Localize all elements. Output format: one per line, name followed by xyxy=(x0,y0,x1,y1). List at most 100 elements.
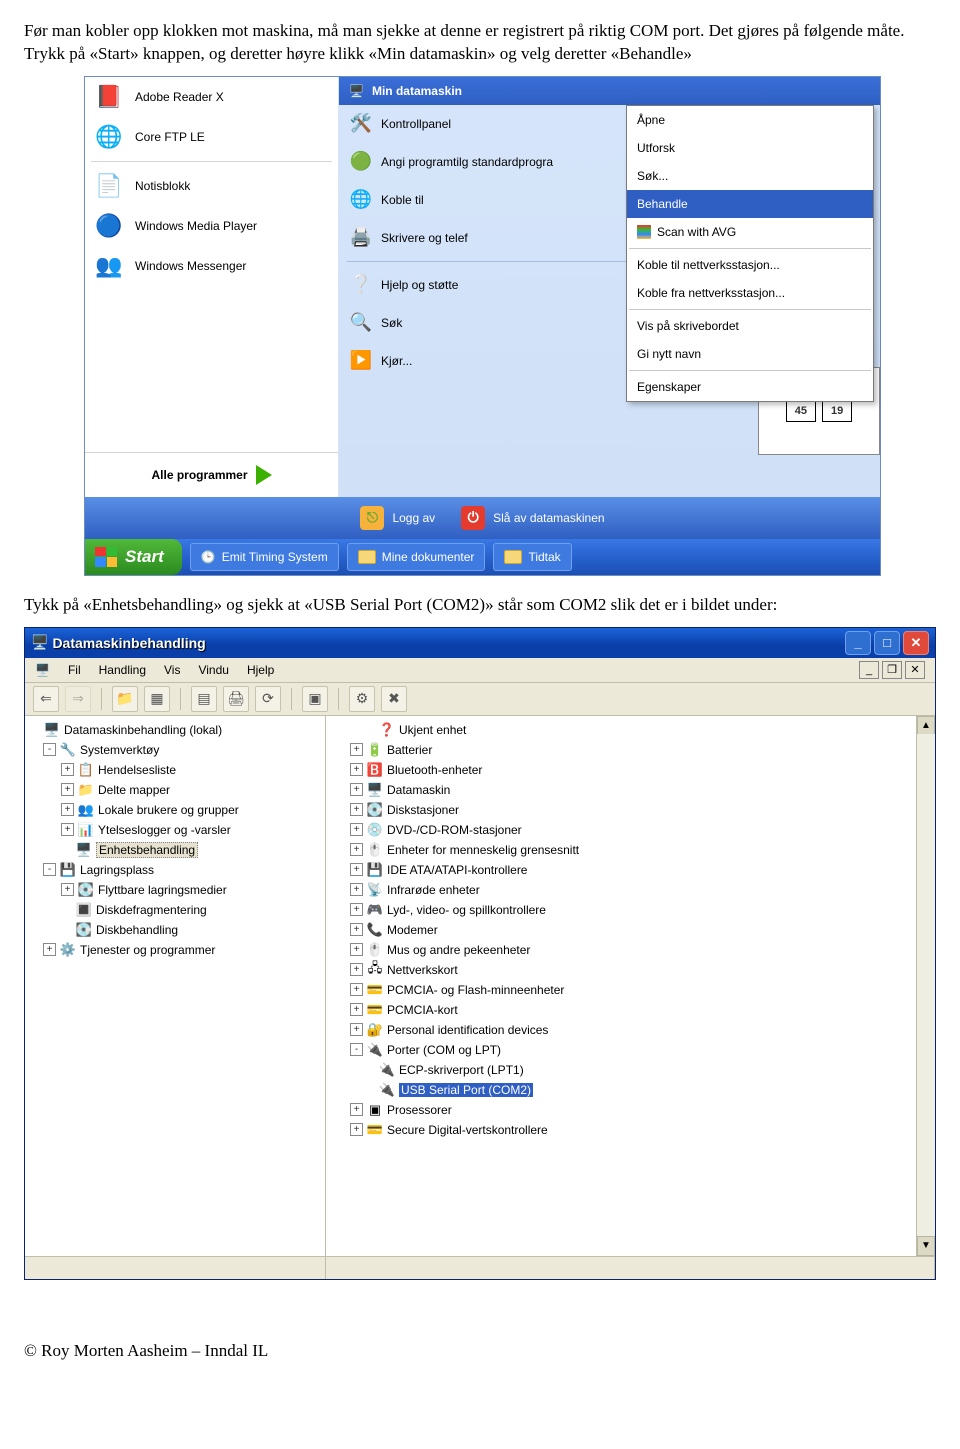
expand-toggle[interactable]: + xyxy=(350,883,363,896)
expand-toggle[interactable]: - xyxy=(350,1043,363,1056)
tree-node[interactable]: +⚙️Tjenester og programmer xyxy=(25,940,325,960)
expand-toggle[interactable]: + xyxy=(350,903,363,916)
expand-toggle[interactable]: + xyxy=(350,863,363,876)
tree-node[interactable]: +💳Secure Digital-vertskontrollere xyxy=(346,1120,935,1140)
tree-node[interactable]: -🔧Systemverktøy xyxy=(25,740,325,760)
startmenu-left-item[interactable]: 📕 Adobe Reader X xyxy=(85,77,338,117)
menu-help[interactable]: Hjelp xyxy=(247,663,274,677)
taskbar-item-tidtak[interactable]: Tidtak xyxy=(493,543,571,571)
scroll-down-button[interactable]: ▼ xyxy=(917,1236,935,1256)
tree-node[interactable]: +📁Delte mapper xyxy=(25,780,325,800)
tool-button[interactable]: ⚙ xyxy=(349,686,375,712)
scroll-track[interactable] xyxy=(917,734,935,1238)
tree-node[interactable]: +💿DVD-/CD-ROM-stasjoner xyxy=(346,820,935,840)
tree-node[interactable]: 🔌USB Serial Port (COM2) xyxy=(346,1080,935,1100)
ctx-manage[interactable]: Behandle xyxy=(627,190,873,218)
shutdown-button[interactable]: ⏻ Slå av datamaskinen xyxy=(461,506,604,530)
expand-toggle[interactable]: + xyxy=(43,943,56,956)
startmenu-left-item[interactable]: 📄 Notisblokk xyxy=(85,166,338,206)
expand-toggle[interactable]: - xyxy=(43,863,56,876)
expand-toggle[interactable]: + xyxy=(350,803,363,816)
maximize-button[interactable]: □ xyxy=(874,631,900,655)
properties-button[interactable]: ▦ xyxy=(144,686,170,712)
logoff-button[interactable]: ⎋ Logg av xyxy=(360,506,435,530)
print-button[interactable]: 🖨 xyxy=(223,686,249,712)
ctx-properties[interactable]: Egenskaper xyxy=(627,373,873,401)
up-button[interactable]: 📁 xyxy=(112,686,138,712)
tree-node[interactable]: -💾Lagringsplass xyxy=(25,860,325,880)
expand-toggle[interactable]: + xyxy=(61,883,74,896)
ctx-connect-drive[interactable]: Koble til nettverksstasjon... xyxy=(627,251,873,279)
tree-node[interactable]: +📋Hendelsesliste xyxy=(25,760,325,780)
tree-node[interactable]: +🖱️Mus og andre pekeenheter xyxy=(346,940,935,960)
tree-node[interactable]: +📊Ytelseslogger og -varsler xyxy=(25,820,325,840)
tree-node[interactable]: +💾IDE ATA/ATAPI-kontrollere xyxy=(346,860,935,880)
view-button[interactable]: ▤ xyxy=(191,686,217,712)
expand-toggle[interactable]: - xyxy=(43,743,56,756)
startmenu-left-item[interactable]: 🔵 Windows Media Player xyxy=(85,206,338,246)
forward-button[interactable]: ⇒ xyxy=(65,686,91,712)
tree-node[interactable]: +🖱️Enheter for menneskelig grensesnitt xyxy=(346,840,935,860)
expand-toggle[interactable]: + xyxy=(350,1023,363,1036)
expand-toggle[interactable]: + xyxy=(350,1123,363,1136)
startmenu-left-item[interactable]: 🌐 Core FTP LE xyxy=(85,117,338,157)
tree-node[interactable]: +🔋Batterier xyxy=(346,740,935,760)
expand-toggle[interactable]: + xyxy=(350,843,363,856)
tree-node[interactable]: 🔌ECP-skriverport (LPT1) xyxy=(346,1060,935,1080)
menu-action[interactable]: Handling xyxy=(99,663,146,677)
expand-toggle[interactable]: + xyxy=(350,823,363,836)
vertical-scrollbar[interactable]: ▲ ▼ xyxy=(916,716,935,1256)
ctx-scan-avg[interactable]: Scan with AVG xyxy=(627,218,873,246)
minimize-button[interactable]: _ xyxy=(845,631,871,655)
tree-node[interactable]: ❓Ukjent enhet xyxy=(346,720,935,740)
expand-toggle[interactable]: + xyxy=(350,963,363,976)
tree-node[interactable]: +▣Prosessorer xyxy=(346,1100,935,1120)
mdi-restore-button[interactable]: ❐ xyxy=(882,661,902,679)
back-button[interactable]: ⇐ xyxy=(33,686,59,712)
my-computer-header[interactable]: 🖥️ Min datamaskin xyxy=(339,77,880,105)
expand-toggle[interactable]: + xyxy=(61,783,74,796)
tool-button[interactable]: ✖ xyxy=(381,686,407,712)
tree-node[interactable]: +💳PCMCIA-kort xyxy=(346,1000,935,1020)
expand-toggle[interactable]: + xyxy=(61,763,74,776)
expand-toggle[interactable]: + xyxy=(350,923,363,936)
ctx-explore[interactable]: Utforsk xyxy=(627,134,873,162)
tree-node[interactable]: -🔌Porter (COM og LPT) xyxy=(346,1040,935,1060)
expand-toggle[interactable]: + xyxy=(350,1003,363,1016)
expand-toggle[interactable]: + xyxy=(350,763,363,776)
expand-toggle[interactable]: + xyxy=(61,823,74,836)
tree-node[interactable]: +🖥️Datamaskin xyxy=(346,780,935,800)
tree-node[interactable]: 💽Diskbehandling xyxy=(25,920,325,940)
taskbar-item-emit[interactable]: 🕒 Emit Timing System xyxy=(190,543,339,571)
menu-view[interactable]: Vis xyxy=(164,663,180,677)
tree-node[interactable]: 🖥️Enhetsbehandling xyxy=(25,840,325,860)
refresh-button[interactable]: ⟳ xyxy=(255,686,281,712)
ctx-rename[interactable]: Gi nytt navn xyxy=(627,340,873,368)
startmenu-left-item[interactable]: 👥 Windows Messenger xyxy=(85,246,338,286)
taskbar-item-documents[interactable]: Mine dokumenter xyxy=(347,543,486,571)
expand-toggle[interactable]: + xyxy=(61,803,74,816)
tree-node[interactable]: +🖧Nettverkskort xyxy=(346,960,935,980)
tree-node[interactable]: +📞Modemer xyxy=(346,920,935,940)
menu-window[interactable]: Vindu xyxy=(198,663,228,677)
tree-node[interactable]: +🔐Personal identification devices xyxy=(346,1020,935,1040)
expand-toggle[interactable]: + xyxy=(350,1103,363,1116)
tree-node[interactable]: +🅱️Bluetooth-enheter xyxy=(346,760,935,780)
all-programs-button[interactable]: Alle programmer xyxy=(85,452,338,497)
tree-node[interactable]: 🖥️Datamaskinbehandling (lokal) xyxy=(25,720,325,740)
ctx-show-desktop[interactable]: Vis på skrivebordet xyxy=(627,312,873,340)
tree-node[interactable]: +🎮Lyd-, video- og spillkontrollere xyxy=(346,900,935,920)
menu-file[interactable]: Fil xyxy=(68,663,81,677)
ctx-disconnect-drive[interactable]: Koble fra nettverksstasjon... xyxy=(627,279,873,307)
tree-node[interactable]: +💽Flyttbare lagringsmedier xyxy=(25,880,325,900)
right-tree[interactable]: ❓Ukjent enhet+🔋Batterier+🅱️Bluetooth-enh… xyxy=(326,720,935,1140)
ctx-open[interactable]: Åpne xyxy=(627,106,873,134)
left-tree[interactable]: 🖥️Datamaskinbehandling (lokal)-🔧Systemve… xyxy=(25,716,326,1256)
tree-node[interactable]: +📡Infrarøde enheter xyxy=(346,880,935,900)
mdi-minimize-button[interactable]: _ xyxy=(859,661,879,679)
tree-node[interactable]: 🔳Diskdefragmentering xyxy=(25,900,325,920)
expand-toggle[interactable]: + xyxy=(350,983,363,996)
close-button[interactable]: ✕ xyxy=(903,631,929,655)
expand-toggle[interactable]: + xyxy=(350,743,363,756)
tree-node[interactable]: +👥Lokale brukere og grupper xyxy=(25,800,325,820)
